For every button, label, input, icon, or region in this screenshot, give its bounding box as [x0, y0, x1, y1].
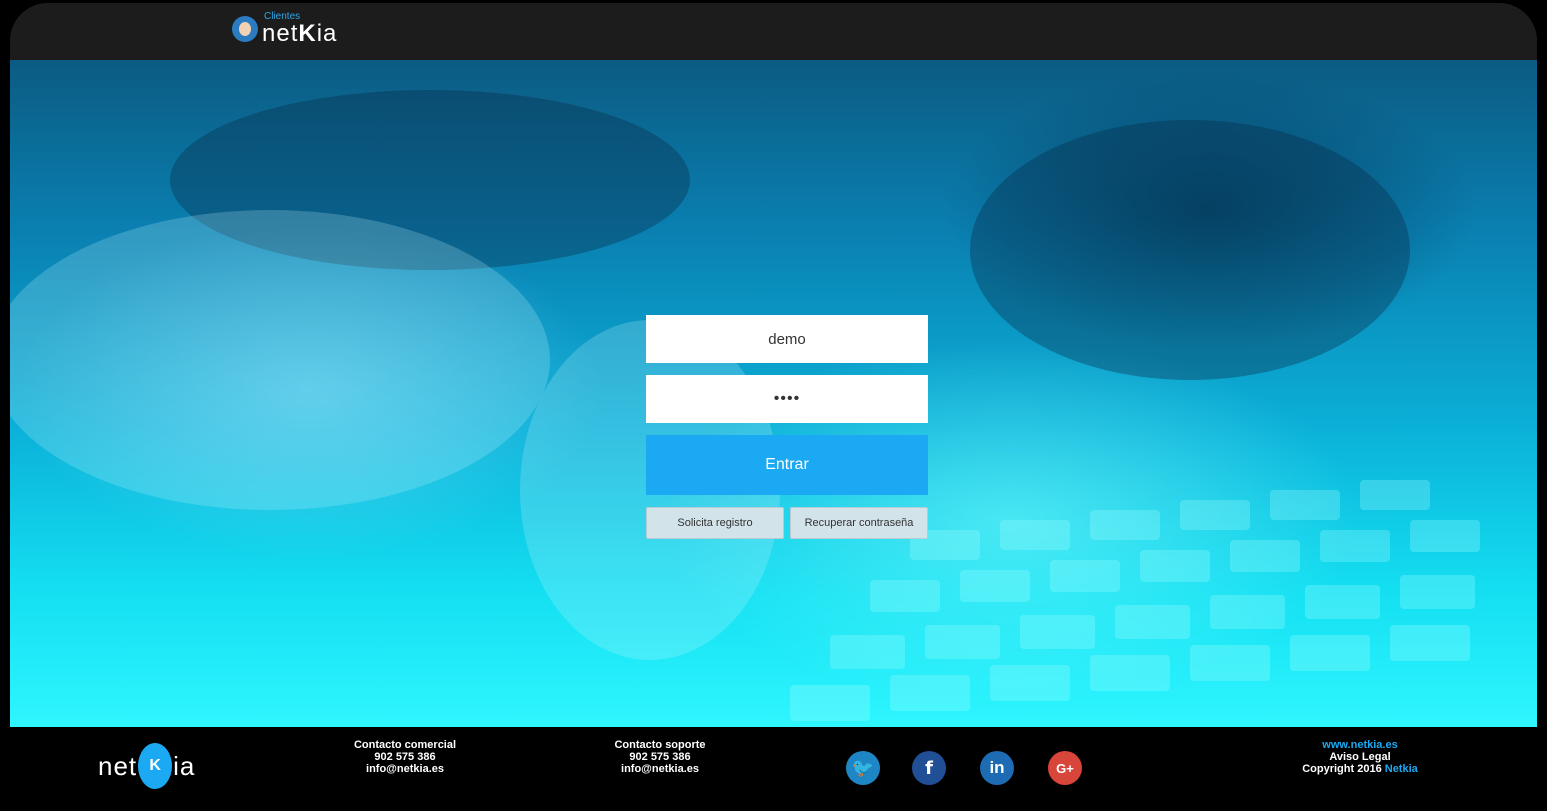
secondary-actions: Solicita registro Recuperar contraseña [646, 507, 928, 539]
footer-logo-post: ia [173, 750, 196, 781]
legal-notice-link[interactable]: Aviso Legal [1290, 751, 1430, 763]
support-contact-title: Contacto soporte [614, 739, 706, 751]
logo-text: Clientes netKia [262, 12, 337, 46]
footer-links: www.netkia.es Aviso Legal Copyright 2016… [1290, 739, 1430, 775]
footer-logo-pre: net [98, 750, 138, 781]
support-contact-phone: 902 575 386 [629, 751, 691, 763]
footer-logo-k: K [138, 743, 173, 789]
copyright: Copyright 2016 Netkia [1290, 763, 1430, 775]
logo-main-k: K [298, 20, 317, 47]
logo-main-label: netKia [262, 22, 337, 46]
support-contact: Contacto soporte 902 575 386 info@netkia… [600, 739, 720, 775]
netkia-footer-logo[interactable]: net K ia [98, 741, 195, 791]
googleplus-icon[interactable]: G+ [1048, 751, 1082, 785]
commercial-contact-email[interactable]: info@netkia.es [340, 763, 470, 775]
footer: net K ia Contacto comercial 902 575 386 … [10, 727, 1537, 807]
logo-main-pre: net [262, 20, 299, 47]
commercial-contact-phone: 902 575 386 [374, 751, 436, 763]
support-contact-email[interactable]: info@netkia.es [600, 763, 720, 775]
linkedin-icon[interactable]: in [980, 751, 1014, 785]
facebook-icon[interactable]: f [912, 751, 946, 785]
clientes-netkia-logo[interactable]: Clientes netKia [232, 6, 337, 52]
website-link[interactable]: www.netkia.es [1290, 739, 1430, 751]
commercial-contact-title: Contacto comercial [353, 739, 457, 751]
hero-background-image: demo •••• Entrar Solicita registro Recup… [10, 60, 1537, 727]
copyright-brand-link[interactable]: Netkia [1385, 763, 1418, 775]
top-bar: Clientes netKia [10, 3, 1537, 60]
user-avatar-icon [232, 16, 258, 42]
password-input[interactable]: •••• [646, 375, 928, 423]
twitter-icon[interactable]: 🐦 [846, 751, 880, 785]
commercial-contact: Contacto comercial 902 575 386 info@netk… [340, 739, 470, 775]
recover-password-button[interactable]: Recuperar contraseña [790, 507, 928, 539]
login-button[interactable]: Entrar [646, 435, 928, 495]
login-form: demo •••• Entrar Solicita registro Recup… [646, 315, 928, 539]
copyright-prefix: Copyright 2016 [1302, 763, 1385, 775]
screen-frame: Clientes netKia demo •••• Entrar Solicit… [0, 0, 1547, 811]
browser-window: Clientes netKia demo •••• Entrar Solicit… [10, 3, 1537, 807]
request-registration-button[interactable]: Solicita registro [646, 507, 784, 539]
logo-main-post: ia [316, 20, 338, 47]
username-input[interactable]: demo [646, 315, 928, 363]
